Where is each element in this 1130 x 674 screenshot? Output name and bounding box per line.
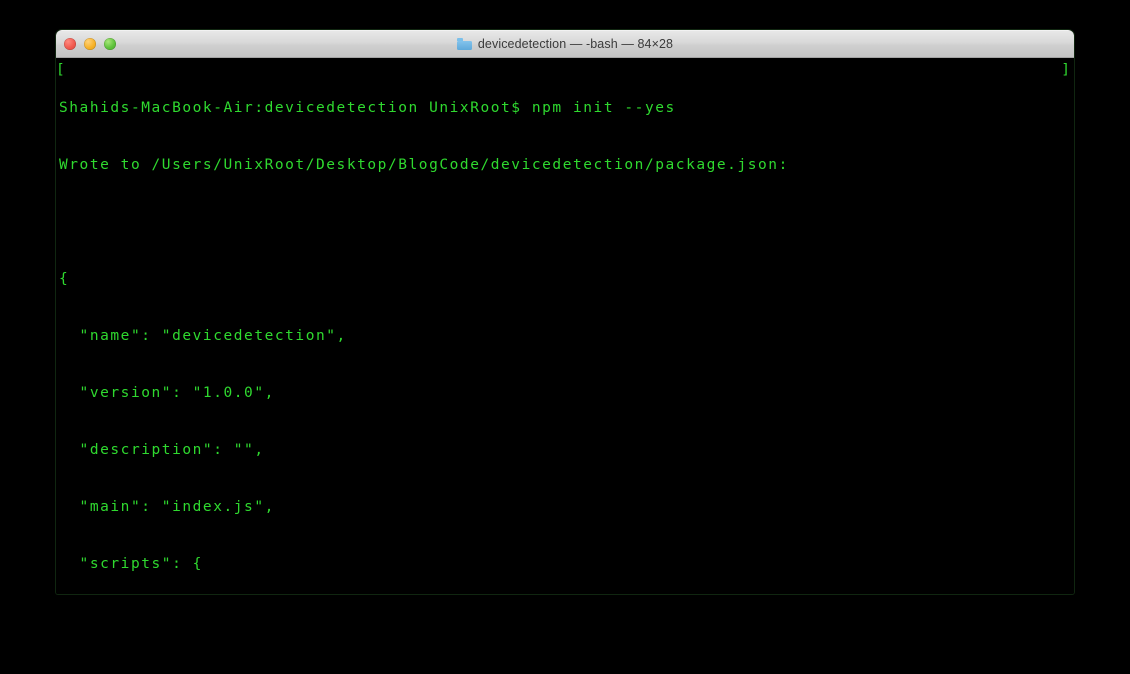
terminal-line: "main": "index.js", (59, 499, 275, 515)
close-button[interactable] (64, 38, 76, 50)
window-titlebar[interactable]: devicedetection — -bash — 84×28 (56, 30, 1074, 58)
terminal-output: Shahids-MacBook-Air:devicedetection Unix… (59, 61, 1074, 594)
terminal-line: Wrote to /Users/UnixRoot/Desktop/BlogCod… (59, 157, 789, 173)
terminal-line: "version": "1.0.0", (59, 385, 275, 401)
terminal-line: { (59, 271, 70, 287)
terminal-screen[interactable]: [ ] Shahids-MacBook-Air:devicedetection … (56, 58, 1074, 594)
minimize-button[interactable] (84, 38, 96, 50)
terminal-line: Shahids-MacBook-Air:devicedetection Unix… (59, 100, 676, 116)
desktop-background: devicedetection — -bash — 84×28 [ ] Shah… (0, 0, 1130, 674)
terminal-line: "name": "devicedetection", (59, 328, 347, 344)
terminal-window: devicedetection — -bash — 84×28 [ ] Shah… (56, 30, 1074, 594)
window-title-area: devicedetection — -bash — 84×28 (456, 37, 674, 51)
folder-icon (456, 38, 472, 50)
window-title-text: devicedetection — -bash — 84×28 (477, 37, 674, 51)
zoom-button[interactable] (104, 38, 116, 50)
terminal-line: "description": "", (59, 442, 265, 458)
window-controls (64, 31, 116, 57)
terminal-line: "scripts": { (59, 556, 203, 572)
